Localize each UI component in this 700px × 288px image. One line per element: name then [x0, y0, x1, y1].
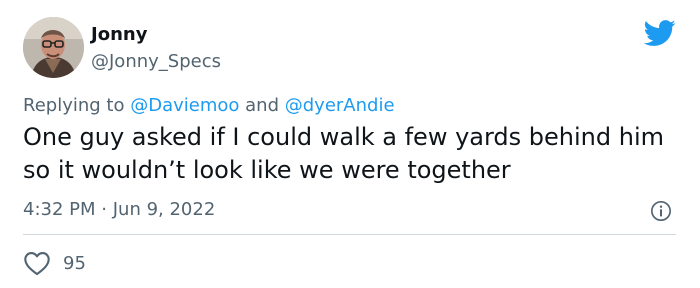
timestamp[interactable]: 4:32 PM · Jun 9, 2022 [23, 199, 215, 220]
author-handle[interactable]: @Jonny_Specs [91, 51, 221, 72]
twitter-bird-icon[interactable] [644, 17, 676, 49]
reply-prefix: Replying to [23, 95, 125, 116]
tweet-time[interactable]: 4:32 PM [23, 199, 96, 220]
tweet-date[interactable]: Jun 9, 2022 [113, 199, 216, 220]
mention-link-1[interactable]: @Daviemoo [130, 95, 239, 116]
info-icon[interactable] [650, 200, 672, 222]
mention-link-2[interactable]: @dyerAndie [285, 95, 395, 116]
reply-context: Replying to @Daviemoo and @dyerAndie [23, 95, 395, 116]
reply-joiner: and [245, 95, 280, 116]
like-action[interactable]: 95 [23, 250, 86, 276]
tweet-text: One guy asked if I could walk a few yard… [23, 123, 665, 184]
divider [23, 234, 676, 235]
avatar[interactable] [23, 17, 84, 78]
meta-separator: · [101, 199, 107, 220]
author-name[interactable]: Jonny [91, 24, 147, 45]
heart-icon[interactable] [23, 250, 51, 276]
like-count: 95 [63, 252, 86, 274]
